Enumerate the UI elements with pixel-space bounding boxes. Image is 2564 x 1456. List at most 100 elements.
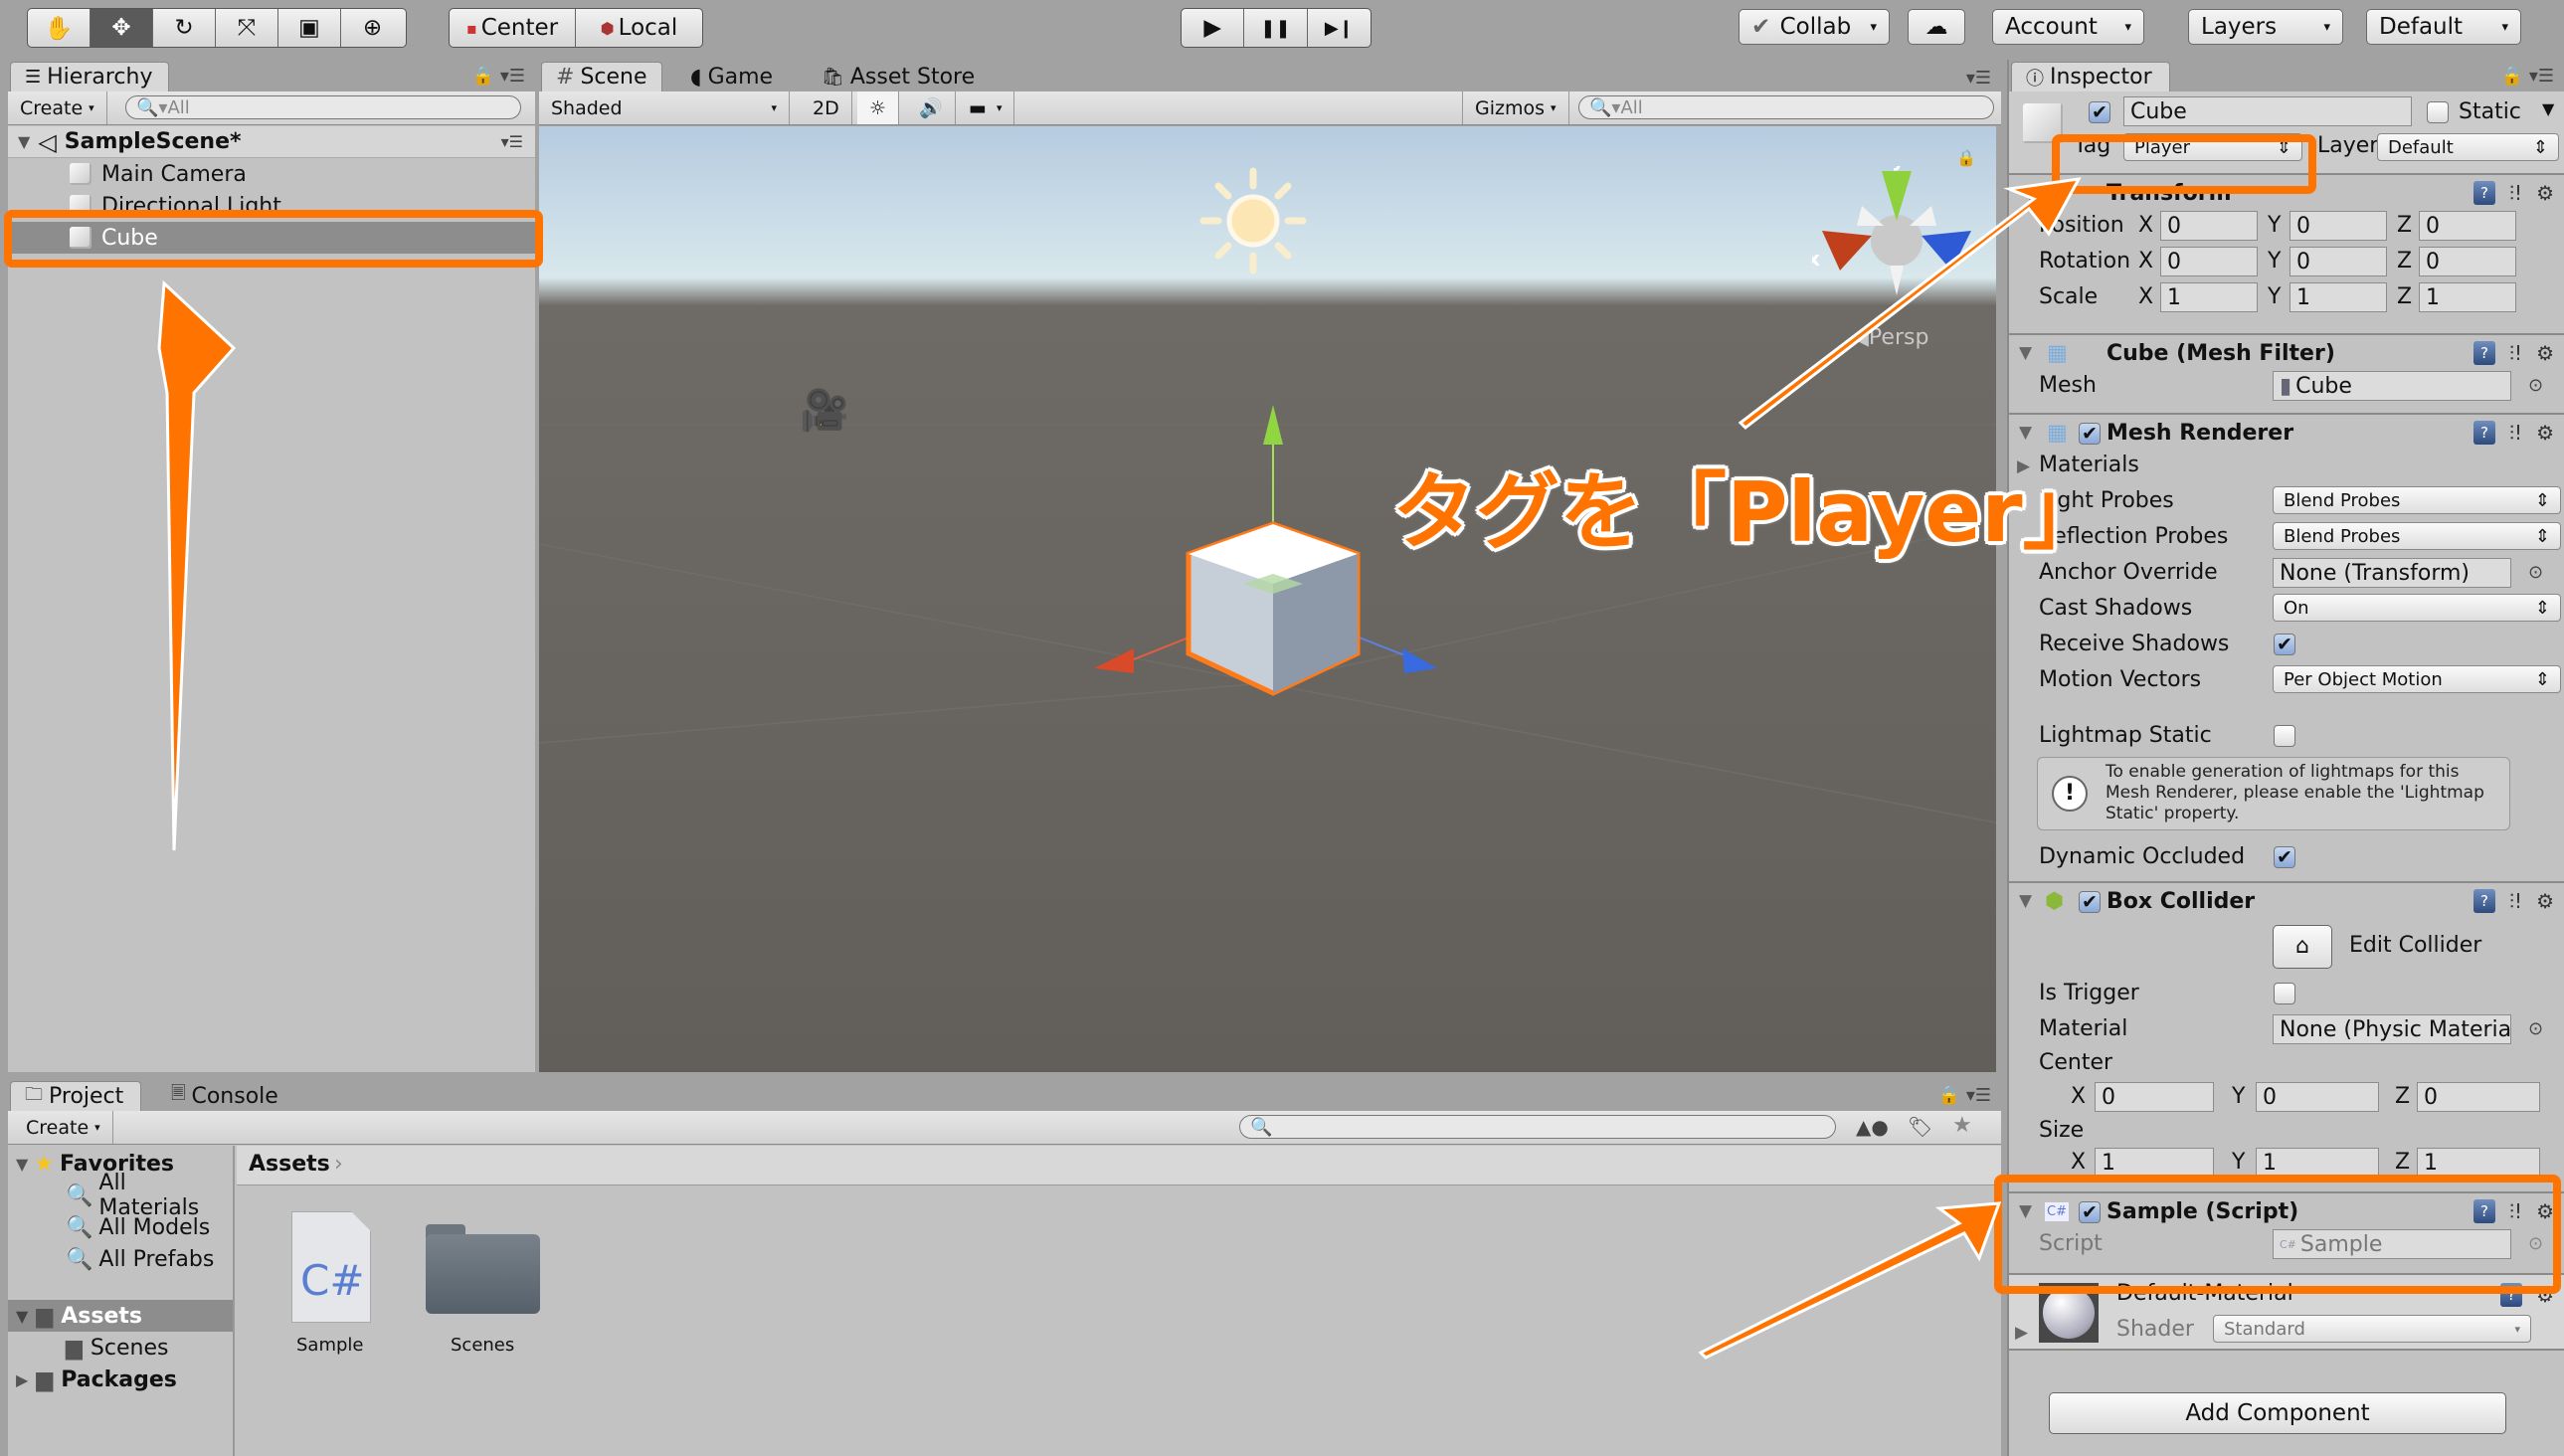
effects-dropdown[interactable]: ▬ ▾ [957,91,1015,124]
transform-tool-button[interactable]: ⊕ [341,9,404,47]
enabled-checkbox[interactable]: ✔ [2079,891,2101,913]
lock-menu-icon[interactable]: 🔒 ▾☰ [1938,1085,1991,1106]
expand-triangle-icon[interactable]: ▶ [16,1370,28,1389]
rotation-y-input[interactable]: 0 [2289,247,2387,276]
size-z-input[interactable]: 1 [2417,1148,2540,1178]
gizmos-dropdown[interactable]: Gizmos ▾ [1462,91,1569,124]
preset-icon[interactable]: ⫶! [2509,181,2522,205]
help-book-icon[interactable]: ? [2473,421,2496,445]
scene-menu-icon[interactable]: ▾☰ [501,132,523,151]
step-button[interactable]: ▶❙ [1308,9,1371,47]
space-local-button[interactable]: ⬢ Local [576,9,702,47]
gear-icon[interactable]: ⚙ [2536,341,2554,365]
object-picker-icon[interactable]: ⊙ [2528,562,2543,583]
center-y-input[interactable]: 0 [2256,1082,2379,1112]
object-name-input[interactable]: Cube [2123,96,2412,126]
size-x-input[interactable]: 1 [2095,1148,2214,1178]
size-y-input[interactable]: 1 [2256,1148,2379,1178]
light-probes-dropdown[interactable]: Blend Probes ⇕ [2273,486,2561,514]
static-checkbox[interactable] [2427,101,2449,123]
collapse-triangle-icon[interactable]: ▼ [16,1155,28,1174]
position-z-input[interactable]: 0 [2419,211,2516,241]
scale-y-input[interactable]: 1 [2289,282,2387,312]
is-trigger-checkbox[interactable] [2274,983,2295,1004]
hierarchy-item[interactable]: Main Camera [8,158,535,190]
packages-folder-row[interactable]: ▶ ▆ Packages [8,1364,233,1395]
scale-tool-button[interactable]: ⤧ [216,9,278,47]
lock-icon[interactable]: 🔒 [1956,148,1976,167]
rect-tool-button[interactable]: ▣ [278,9,341,47]
audio-toggle[interactable]: 🔊 [907,91,956,124]
expand-triangle-icon[interactable]: ▶ [2015,1323,2028,1343]
folder-scenes-icon[interactable] [426,1224,540,1314]
collapse-triangle-icon[interactable]: ▼ [2019,891,2032,911]
lock-menu-icon[interactable]: 🔒 ▾☰ [2501,66,2554,87]
help-book-icon[interactable]: ? [2473,181,2496,205]
filter-by-label-icon[interactable]: 🏷 [1908,1115,1932,1139]
assets-folder-row[interactable]: ▼ ▆ Assets [8,1300,233,1332]
tab-inspector[interactable]: ⓘ Inspector [2011,62,2170,91]
mesh-object-field[interactable]: ▮ Cube [2273,371,2511,401]
preset-icon[interactable]: ⫶! [2509,889,2522,913]
gear-icon[interactable]: ⚙ [2536,181,2554,205]
rotation-x-input[interactable]: 0 [2160,247,2258,276]
cast-shadows-dropdown[interactable]: On ⇕ [2273,594,2561,622]
toggle-2d-button[interactable]: 2D [801,91,852,124]
scale-x-input[interactable]: 1 [2160,282,2258,312]
tab-hierarchy[interactable]: ☰ Hierarchy [10,62,169,91]
edit-collider-button[interactable]: ⌂ [2273,925,2332,969]
scenes-folder-row[interactable]: ▆ Scenes [8,1332,233,1364]
layout-dropdown[interactable]: Default ▾ [2366,9,2521,45]
tab-asset-store[interactable]: 🛍 Asset Store [808,62,989,91]
reflection-probes-dropdown[interactable]: Blend Probes ⇕ [2273,522,2561,550]
move-tool-button[interactable]: ✥ [91,9,153,47]
center-z-input[interactable]: 0 [2417,1082,2540,1112]
tab-scene[interactable]: # Scene [541,62,662,91]
pivot-center-button[interactable]: ▪ Center [450,9,576,47]
shading-mode-dropdown[interactable]: Shaded ▾ [539,91,790,124]
scene-viewport[interactable]: 🎥 y x ◀Persp 🔒 [539,126,1996,1072]
enabled-checkbox[interactable]: ✔ [2079,423,2101,445]
gear-icon[interactable]: ⚙ [2536,889,2554,913]
rotation-z-input[interactable]: 0 [2419,247,2516,276]
project-create-button[interactable]: Create ▾ [14,1111,113,1144]
collapse-triangle-icon[interactable]: ▼ [2019,423,2032,443]
collapse-triangle-icon[interactable]: ▼ [2019,343,2032,363]
scale-z-input[interactable]: 1 [2419,282,2516,312]
cloud-button[interactable]: ☁ [1908,9,1965,45]
physic-material-field[interactable]: None (Physic Material) [2273,1014,2511,1044]
panel-menu-icon[interactable]: ▾☰ [1966,68,1991,89]
tab-console[interactable]: 🗏 Console [157,1081,292,1111]
collab-dropdown[interactable]: ✔ Collab ▾ [1739,9,1890,45]
camera-gizmo-icon[interactable]: 🎥 [800,387,849,434]
lock-menu-icon[interactable]: 🔒 ▾☰ [472,66,525,87]
file-sample-icon[interactable]: C# [291,1211,371,1323]
directional-light-gizmo-icon[interactable] [1198,166,1308,275]
gear-icon[interactable]: ⚙ [2536,421,2554,445]
motion-vectors-dropdown[interactable]: Per Object Motion ⇕ [2273,665,2561,693]
center-x-input[interactable]: 0 [2095,1082,2214,1112]
layer-dropdown[interactable]: Default ⇕ [2377,133,2559,161]
position-x-input[interactable]: 0 [2160,211,2258,241]
hand-tool-button[interactable]: ✋ [28,9,91,47]
pause-button[interactable]: ❚❚ [1244,9,1308,47]
favorite-star-icon[interactable]: ★ [1952,1113,1972,1138]
collapse-triangle-icon[interactable]: ▼ [16,1307,28,1326]
favorite-search-item[interactable]: 🔍 All Materials [8,1171,233,1220]
lightmap-static-checkbox[interactable] [2274,725,2295,747]
favorite-search-item[interactable]: 🔍 All Prefabs [8,1243,233,1275]
scene-search-input[interactable]: 🔍▾ All [1578,95,1994,119]
scene-row[interactable]: ▼ ◁ SampleScene* ▾☰ [8,126,535,158]
anchor-override-field[interactable]: None (Transform) [2273,558,2511,588]
tab-game[interactable]: ◖ Game [676,62,787,91]
dynamic-occluded-checkbox[interactable]: ✔ [2274,846,2295,868]
receive-shadows-checkbox[interactable]: ✔ [2274,634,2295,655]
rotate-tool-button[interactable]: ↻ [153,9,216,47]
help-book-icon[interactable]: ? [2473,341,2496,365]
add-component-button[interactable]: Add Component [2049,1392,2506,1434]
position-y-input[interactable]: 0 [2289,211,2387,241]
active-checkbox[interactable]: ✔ [2089,101,2110,123]
hierarchy-create-button[interactable]: Create ▾ [8,91,107,124]
preset-icon[interactable]: ⫶! [2509,341,2522,365]
expand-triangle-icon[interactable]: ▼ [18,132,30,151]
